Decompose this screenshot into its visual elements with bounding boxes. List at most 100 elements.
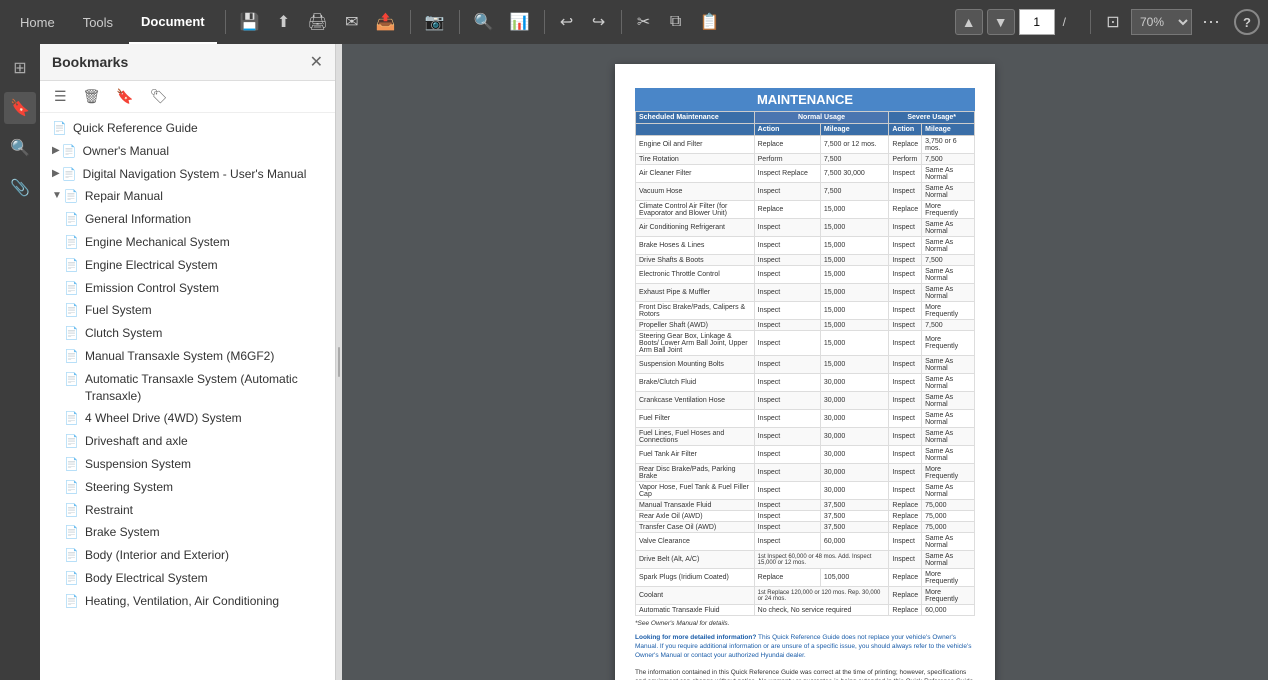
divider4	[544, 10, 545, 34]
table-row: Rear Axle Oil (AWD)Inspect37,500Replace7…	[636, 511, 975, 522]
bookmark-label: Manual Transaxle System (M6GF2)	[85, 348, 274, 365]
help-button[interactable]: ?	[1234, 9, 1260, 35]
bookmark-label: Engine Electrical System	[85, 257, 218, 274]
bookmarks-title: Bookmarks	[52, 54, 128, 70]
table-row: Drive Shafts & BootsInspect15,000Inspect…	[636, 255, 975, 266]
bookmarks-panel-icon[interactable]: 🔖	[4, 92, 36, 124]
table-row: Vacuum HoseInspect7,500InspectSame As No…	[636, 183, 975, 201]
bookmark-restraint[interactable]: 📄 Restraint	[40, 499, 335, 522]
pages-panel-icon[interactable]: ⊞	[4, 52, 36, 84]
table-row: Fuel Tank Air FilterInspect30,000Inspect…	[636, 446, 975, 464]
page-number-input[interactable]	[1019, 9, 1055, 35]
bookmark-label: Clutch System	[85, 325, 162, 342]
table-row: Steering Gear Box, Linkage & Boots/ Lowe…	[636, 331, 975, 356]
save-button[interactable]: 💾	[234, 6, 266, 38]
tab-document[interactable]: Document	[129, 0, 217, 44]
bookmark-fuel-system[interactable]: 📄 Fuel System	[40, 299, 335, 322]
bookmark-repair-manual[interactable]: ▼ 📄 Repair Manual	[40, 185, 335, 208]
bookmark-label: Repair Manual	[85, 188, 163, 205]
subheader-mileage-severe: Mileage	[922, 124, 975, 136]
search-button[interactable]: 🔍	[468, 6, 500, 38]
analytics-button[interactable]: 📊	[504, 6, 536, 38]
fit-page-button[interactable]: ⊡	[1099, 6, 1127, 38]
bookmark-icon: 📄	[64, 303, 79, 317]
bookmark-automatic-transaxle[interactable]: 📄 Automatic Transaxle System (Automatic …	[40, 368, 335, 408]
bookmark-icon: 📄	[64, 281, 79, 295]
bookmarks-close-button[interactable]: ✕	[310, 52, 323, 72]
bookmark-icon: 📄	[64, 548, 79, 562]
bookmark-icon: 📄	[64, 212, 79, 226]
attachment-panel-icon[interactable]: 📎	[4, 172, 36, 204]
table-row: Vapor Hose, Fuel Tank & Fuel Filler CapI…	[636, 482, 975, 500]
bookmark-label: Body (Interior and Exterior)	[85, 547, 229, 564]
prev-page-button[interactable]: ▲	[955, 9, 983, 35]
copy-button[interactable]: ⧉	[662, 6, 690, 38]
bookmark-general-info[interactable]: 📄 General Information	[40, 208, 335, 231]
bookmark-emission-control[interactable]: 📄 Emission Control System	[40, 277, 335, 300]
table-row: Electronic Throttle ControlInspect15,000…	[636, 266, 975, 284]
export-button[interactable]: 📤	[370, 6, 402, 38]
bookmark-icon: 📄	[62, 144, 77, 158]
bookmark-heating-ventilation[interactable]: 📄 Heating, Ventilation, Air Conditioning	[40, 590, 335, 613]
print-button[interactable]: 🖨	[302, 6, 334, 38]
bookmark-clutch-system[interactable]: 📄 Clutch System	[40, 322, 335, 345]
upload-button[interactable]: ⬆	[270, 6, 298, 38]
document-viewer[interactable]: MAINTENANCE Scheduled Maintenance Normal…	[342, 44, 1268, 680]
bookmark-engine-electrical[interactable]: 📄 Engine Electrical System	[40, 254, 335, 277]
more-options-button[interactable]: ⋯	[1196, 12, 1226, 33]
redo-button[interactable]: ↪	[585, 6, 613, 38]
bookmarks-list: 📄 Quick Reference Guide ▶ 📄 Owner's Manu…	[40, 113, 335, 680]
delete-bookmark-button[interactable]: 🗑	[77, 85, 107, 108]
bookmark-body-interior[interactable]: 📄 Body (Interior and Exterior)	[40, 544, 335, 567]
page-navigation: ▲ ▼ /	[955, 9, 1082, 35]
bookmark-4wd[interactable]: 📄 4 Wheel Drive (4WD) System	[40, 407, 335, 430]
maintenance-title: MAINTENANCE	[635, 88, 975, 111]
bookmark-digital-nav[interactable]: ▶ 📄 Digital Navigation System - User's M…	[40, 163, 335, 186]
table-row: Brake/Clutch FluidInspect30,000InspectSa…	[636, 374, 975, 392]
next-page-button[interactable]: ▼	[987, 9, 1015, 35]
bookmarks-header: Bookmarks ✕	[40, 44, 335, 81]
undo-button[interactable]: ↩	[553, 6, 581, 38]
bookmark-icon: 📄	[64, 480, 79, 494]
search-panel-icon[interactable]: 🔍	[4, 132, 36, 164]
normal-action: Replace	[754, 136, 820, 154]
bookmark-engine-mechanical[interactable]: 📄 Engine Mechanical System	[40, 231, 335, 254]
tag-bookmark-button[interactable]: 🏷	[144, 85, 174, 108]
bookmark-label: General Information	[85, 211, 191, 228]
bookmark-body-electrical[interactable]: 📄 Body Electrical System	[40, 567, 335, 590]
table-row: Air Cleaner FilterInspect Replace7,500 3…	[636, 165, 975, 183]
email-button[interactable]: ✉	[338, 6, 366, 38]
divider5	[621, 10, 622, 34]
table-row: Rear Disc Brake/Pads, Parking BrakeInspe…	[636, 464, 975, 482]
tab-tools[interactable]: Tools	[71, 0, 125, 44]
expand-all-button[interactable]: ☰	[48, 85, 73, 108]
bookmark-label: Restraint	[85, 502, 133, 519]
bookmark-label: 4 Wheel Drive (4WD) System	[85, 410, 242, 427]
paste-button[interactable]: 📋	[694, 6, 726, 38]
table-row: Climate Control Air Filter (for Evaporat…	[636, 201, 975, 219]
bookmark-label: Body Electrical System	[85, 570, 208, 587]
bookmark-label: Owner's Manual	[83, 143, 169, 160]
zoom-select[interactable]: 70% 50% 75% 100% 125% 150%	[1131, 9, 1192, 35]
table-row: Drive Belt (Alt, A/C)1st Inspect 60,000 …	[636, 551, 975, 569]
bookmark-label: Emission Control System	[85, 280, 219, 297]
table-row: Propeller Shaft (AWD)Inspect15,000Inspec…	[636, 320, 975, 331]
bookmark-owners-manual[interactable]: ▶ 📄 Owner's Manual	[40, 140, 335, 163]
bookmark-steering[interactable]: 📄 Steering System	[40, 476, 335, 499]
bookmark-brake-system[interactable]: 📄 Brake System	[40, 521, 335, 544]
severe-action: Replace	[889, 136, 922, 154]
bookmark-suspension[interactable]: 📄 Suspension System	[40, 453, 335, 476]
bookmark-manual-transaxle[interactable]: 📄 Manual Transaxle System (M6GF2)	[40, 345, 335, 368]
expand-icon: ▶	[52, 145, 60, 156]
tab-home[interactable]: Home	[8, 0, 67, 44]
table-row: Coolant1st Replace 120,000 or 120 mos. R…	[636, 587, 975, 605]
panel-resizer[interactable]	[336, 44, 342, 680]
cut-button[interactable]: ✂	[630, 6, 658, 38]
add-bookmark-button[interactable]: 🔖	[110, 85, 139, 108]
bookmark-driveshaft[interactable]: 📄 Driveshaft and axle	[40, 430, 335, 453]
camera-button[interactable]: 📷	[419, 6, 451, 38]
subheader-mileage-normal: Mileage	[820, 124, 889, 136]
bookmark-label: Heating, Ventilation, Air Conditioning	[85, 593, 279, 610]
bookmark-quick-ref[interactable]: 📄 Quick Reference Guide	[40, 117, 335, 140]
bookmark-icon: 📄	[64, 457, 79, 471]
